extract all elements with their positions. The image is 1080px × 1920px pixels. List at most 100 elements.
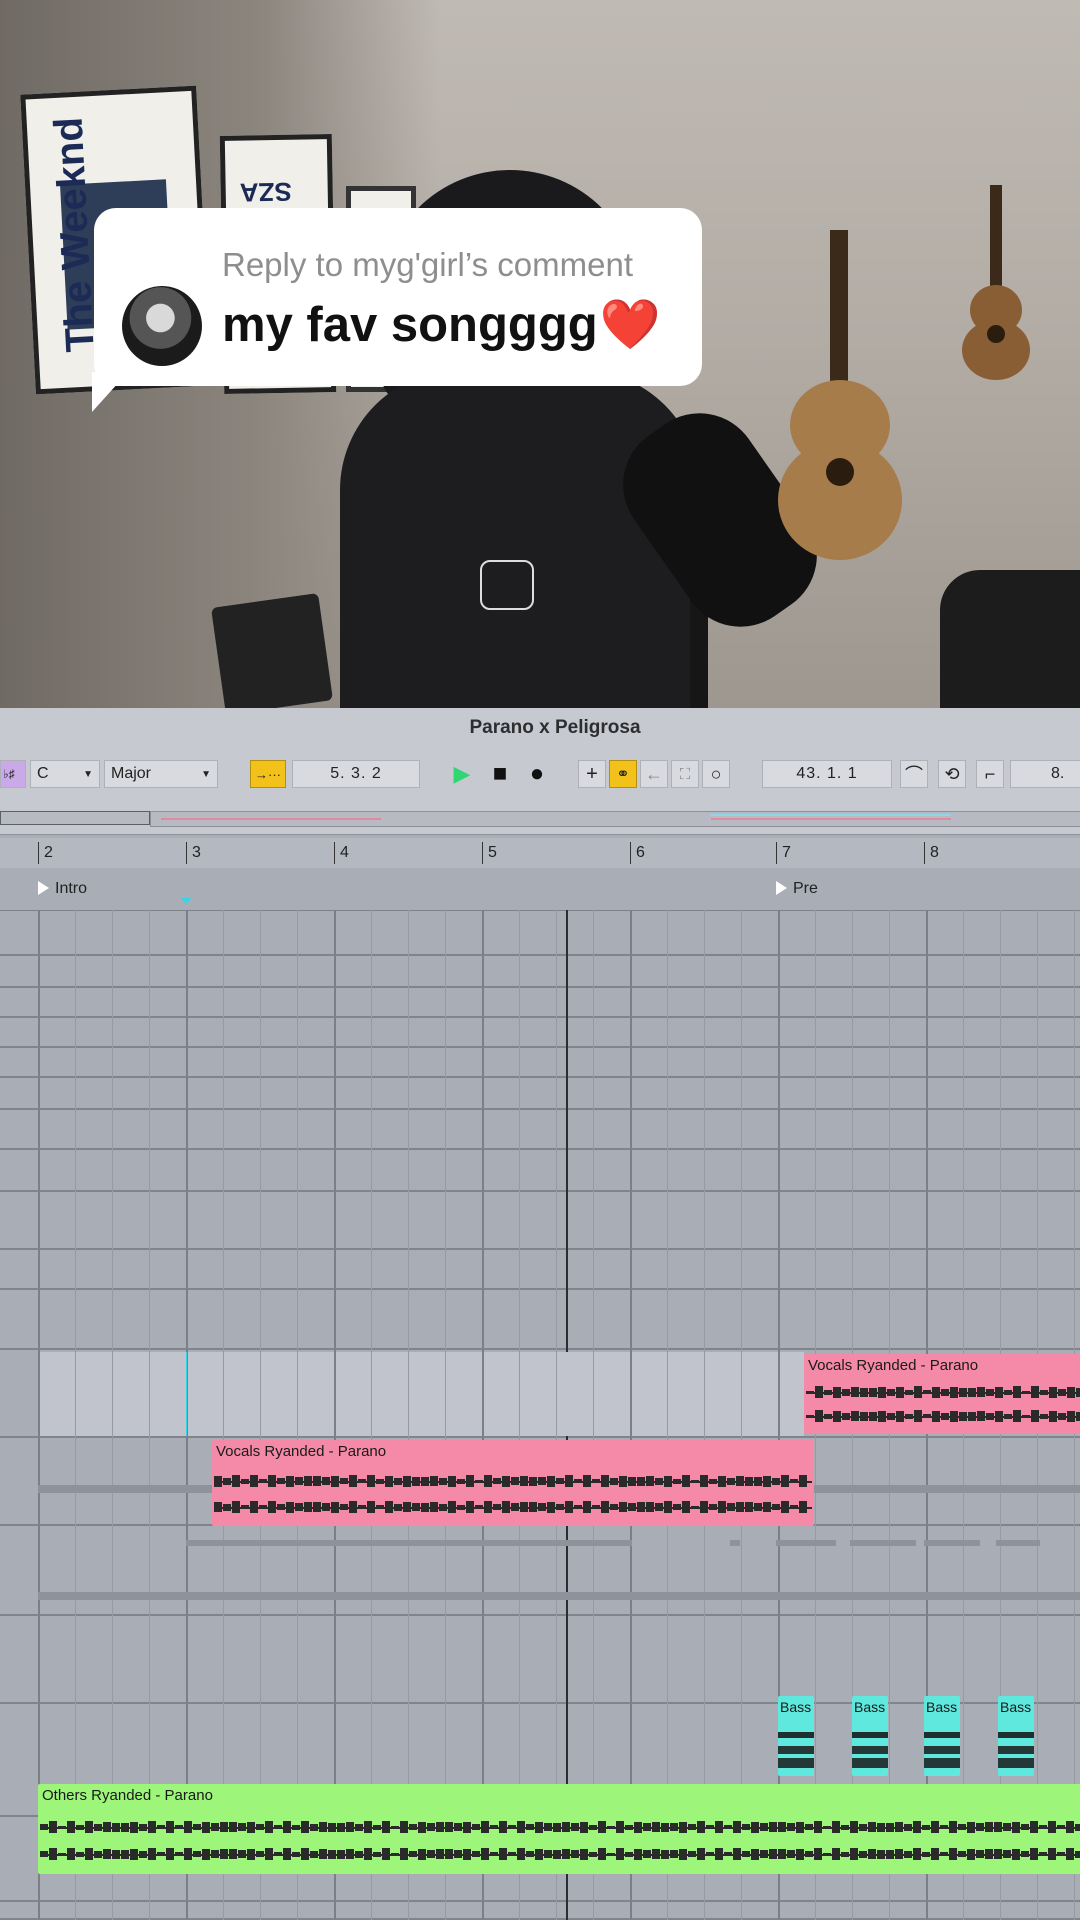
locator-intro[interactable]: Intro bbox=[38, 880, 87, 898]
clip-name: Vocals Ryanded - Parano bbox=[216, 1443, 387, 1460]
key-value: C bbox=[37, 765, 49, 782]
punch-in-icon: ⌒ bbox=[905, 765, 923, 785]
audio-clip[interactable]: Bass bbox=[998, 1696, 1034, 1776]
overview-strip[interactable] bbox=[150, 811, 1080, 827]
loop-start-value: 43. 1. 1 bbox=[796, 765, 858, 782]
back-to-arrangement-button[interactable]: ← bbox=[640, 760, 668, 788]
follow-button[interactable]: →··· bbox=[250, 760, 286, 788]
overview-viewport[interactable] bbox=[0, 811, 150, 825]
beat-gridline bbox=[445, 910, 446, 1920]
audio-clip[interactable]: Bass bbox=[778, 1696, 814, 1776]
beat-gridline bbox=[297, 910, 298, 1920]
note-bar bbox=[852, 1746, 888, 1754]
bar-number: 7 bbox=[782, 844, 791, 861]
bar-number: 2 bbox=[44, 844, 53, 861]
waveform bbox=[214, 1498, 812, 1516]
track-lane[interactable] bbox=[0, 1614, 1080, 1704]
audio-clip[interactable]: Bass bbox=[852, 1696, 888, 1776]
beat-gridline bbox=[704, 910, 705, 1920]
bar-tick bbox=[38, 842, 39, 864]
track-lane[interactable] bbox=[0, 1078, 1080, 1110]
bar-tick bbox=[776, 842, 777, 864]
bar-tick bbox=[334, 842, 335, 864]
track-lane[interactable] bbox=[0, 1902, 1080, 1920]
audio-clip[interactable]: Others Ryanded - Parano bbox=[38, 1784, 1080, 1874]
bar-number: 4 bbox=[340, 844, 349, 861]
bar-gridline bbox=[630, 910, 632, 1920]
track-lane[interactable] bbox=[0, 1290, 1080, 1350]
audio-clip[interactable]: Vocals Ryanded - Parano bbox=[212, 1440, 814, 1526]
beat-gridline bbox=[112, 910, 113, 1920]
selected-region[interactable] bbox=[38, 1352, 804, 1436]
scale-mode-toggle[interactable]: ♭♯ bbox=[0, 760, 26, 788]
punch-out-button[interactable]: ⌐ bbox=[976, 760, 1004, 788]
track-lane[interactable] bbox=[0, 1048, 1080, 1078]
track-lane[interactable] bbox=[0, 1150, 1080, 1192]
waveform bbox=[806, 1407, 1080, 1425]
disabled-segment bbox=[776, 1540, 836, 1546]
locator-triangle-icon bbox=[38, 881, 49, 895]
record-icon: ● bbox=[529, 760, 545, 787]
note-bar bbox=[924, 1732, 960, 1738]
disabled-segment bbox=[850, 1540, 916, 1546]
locator-pre[interactable]: Pre bbox=[776, 880, 818, 898]
session-record-button[interactable]: ○ bbox=[702, 760, 730, 788]
song-position-value: 5. 3. 2 bbox=[330, 765, 382, 782]
beat-gridline bbox=[408, 910, 409, 1920]
waveform bbox=[214, 1472, 812, 1490]
link-icon: ⚭ bbox=[616, 766, 630, 783]
song-position-field[interactable]: 5. 3. 2 bbox=[292, 760, 420, 788]
capture-button[interactable]: ⛶ bbox=[671, 760, 699, 788]
waveform bbox=[806, 1383, 1080, 1401]
beat-time-ruler[interactable]: 2 3 4 5 6 7 8 bbox=[0, 838, 1080, 868]
track-lane[interactable] bbox=[0, 956, 1080, 988]
disabled-segment bbox=[38, 1592, 1080, 1600]
track-lane[interactable] bbox=[0, 988, 1080, 1018]
loop-length-value: 8. bbox=[1051, 765, 1065, 782]
play-icon: ▶ bbox=[453, 761, 471, 786]
bar-tick bbox=[482, 842, 483, 864]
track-lane[interactable] bbox=[0, 1018, 1080, 1048]
scale-select[interactable]: Major ▼ bbox=[104, 760, 218, 788]
audio-clip[interactable]: Bass bbox=[924, 1696, 960, 1776]
locator-lane[interactable]: Intro Pre bbox=[0, 868, 1080, 911]
loop-icon: ⟲ bbox=[944, 763, 960, 784]
punch-in-button[interactable]: ⌒ bbox=[900, 760, 928, 788]
stop-icon: ■ bbox=[492, 760, 508, 787]
bar-number: 6 bbox=[636, 844, 645, 861]
bar-tick bbox=[924, 842, 925, 864]
loop-start-field[interactable]: 43. 1. 1 bbox=[762, 760, 892, 788]
circle-icon: ○ bbox=[710, 763, 722, 784]
beat-gridline bbox=[223, 910, 224, 1920]
beat-gridline bbox=[371, 910, 372, 1920]
note-bar bbox=[998, 1758, 1034, 1768]
locator-triangle-icon bbox=[776, 881, 787, 895]
key-select[interactable]: C ▼ bbox=[30, 760, 100, 788]
beat-gridline bbox=[149, 910, 150, 1920]
record-button[interactable]: ● bbox=[523, 760, 551, 788]
punch-out-icon: ⌐ bbox=[984, 763, 996, 784]
bar-gridline bbox=[334, 910, 336, 1920]
follow-icon: →··· bbox=[255, 766, 281, 782]
comment-reply-bubble[interactable]: Reply to myg'girl’s comment my fav songg… bbox=[94, 208, 702, 386]
automation-arm-button[interactable]: ⚭ bbox=[609, 760, 637, 788]
track-lane[interactable] bbox=[0, 910, 1080, 956]
stop-button[interactable]: ■ bbox=[486, 760, 514, 788]
arrangement-overview[interactable] bbox=[0, 804, 1080, 835]
overdub-button[interactable]: + bbox=[578, 760, 606, 788]
audio-clip[interactable]: Vocals Ryanded - Parano bbox=[804, 1354, 1080, 1434]
daw-window: Parano x Peligrosa ♭♯ C ▼ Major ▼ →··· 5. … bbox=[0, 708, 1080, 1920]
clip-name: Bass bbox=[780, 1699, 812, 1715]
track-lane[interactable] bbox=[0, 1110, 1080, 1150]
note-bar bbox=[998, 1732, 1034, 1738]
disabled-segment bbox=[620, 1540, 632, 1546]
play-button[interactable]: ▶ bbox=[448, 760, 476, 788]
track-lane[interactable] bbox=[0, 1230, 1080, 1290]
avatar[interactable] bbox=[122, 286, 202, 366]
loop-length-field[interactable]: 8. bbox=[1010, 760, 1080, 788]
disabled-segment bbox=[924, 1540, 980, 1546]
chevron-down-icon: ▼ bbox=[201, 768, 211, 780]
loop-switch-button[interactable]: ⟲ bbox=[938, 760, 966, 788]
reply-comment-text: my fav songggg❤️ bbox=[222, 298, 661, 352]
arrangement-view[interactable]: Vocals Ryanded - Parano Vocals Ryanded - … bbox=[0, 910, 1080, 1920]
